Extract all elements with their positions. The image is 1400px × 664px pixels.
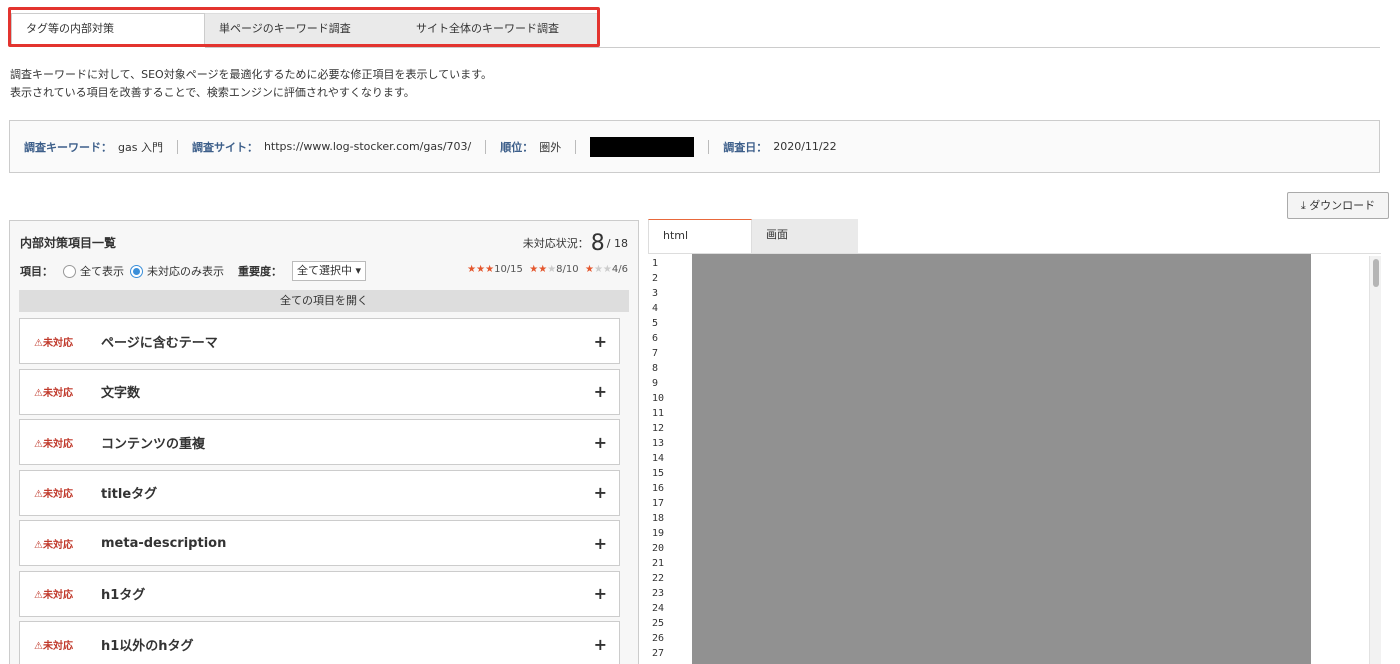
item-status: 未対応 [42, 388, 73, 399]
radio-show-unresolved-label[interactable]: 未対応のみ表示 [147, 263, 224, 279]
filter-row: 項目： 全て表示 未対応のみ表示 重要度： 全て選択中 ▾ [20, 261, 367, 281]
warning-icon: ⚠ [34, 640, 43, 652]
code-content-placeholder [692, 254, 1311, 664]
importance-select[interactable]: 全て選択中 ▾ [292, 261, 367, 281]
tab-screen[interactable]: 画面 [752, 219, 858, 253]
survey-info-bar: 調査キーワード： gas 入門 調査サイト： https://www.log-s… [9, 120, 1380, 173]
expand-icon[interactable]: + [594, 584, 607, 603]
item-name: meta-description [101, 535, 227, 551]
divider [485, 139, 487, 154]
warning-icon: ⚠ [34, 337, 43, 349]
warning-badge: ⚠未対応 [20, 485, 88, 500]
list-item[interactable]: ⚠未対応 meta-description + [19, 520, 620, 566]
star-empty-icon: ★★ [593, 264, 612, 275]
list-item[interactable]: ⚠未対応 h1以外のhタグ + [19, 621, 620, 664]
item-status: 未対応 [42, 438, 73, 450]
expand-icon[interactable]: + [594, 635, 607, 654]
item-name: h1以外のhタグ [101, 638, 194, 654]
keyword-label: 調査キーワード： [24, 140, 112, 154]
radio-show-unresolved[interactable] [130, 264, 143, 278]
warning-badge: ⚠未対応 [20, 536, 88, 551]
star-icon: ★★★ [467, 264, 495, 275]
item-name: ページに含むテーマ [101, 335, 218, 351]
stars2-count: 8/10 [556, 264, 579, 275]
item-status: 未対応 [42, 590, 73, 601]
panel-title: 内部対策項目一覧 [20, 236, 117, 250]
tab-divider [205, 47, 1380, 48]
radio-show-all-label[interactable]: 全て表示 [80, 263, 124, 279]
divider [176, 139, 178, 154]
star-icon: ★★ [529, 264, 548, 275]
expand-icon[interactable]: + [594, 483, 607, 502]
expand-icon[interactable]: + [594, 534, 607, 553]
unresolved-status: 未対応状況：8/ 18 [523, 231, 628, 256]
warning-icon: ⚠ [34, 539, 43, 551]
date-value: 2020/11/22 [773, 140, 837, 153]
star-empty-icon: ★ [547, 264, 557, 275]
status-label: 未対応状況： [522, 237, 589, 250]
description: 調査キーワードに対して、SEO対象ページを最適化するために必要な修正項目を表示し… [10, 66, 492, 102]
rank-value: 圏外 [539, 140, 562, 154]
item-name: h1タグ [101, 588, 146, 603]
status-count: 8 [590, 231, 605, 256]
site-label: 調査サイト： [191, 140, 258, 154]
warning-icon: ⚠ [34, 489, 43, 500]
expand-icon[interactable]: + [594, 433, 607, 452]
status-total: / 18 [606, 237, 628, 250]
download-label: ダウンロード [1309, 199, 1376, 212]
tab-html[interactable]: html [648, 219, 752, 253]
warning-icon: ⚠ [34, 590, 43, 601]
warning-badge: ⚠未対応 [20, 435, 88, 450]
open-all-button[interactable]: 全ての項目を開く [19, 290, 629, 312]
warning-icon: ⚠ [34, 388, 43, 399]
stars1-count: 4/6 [611, 264, 628, 275]
html-source-viewer: 1 2 3 4 5 6 7 8 9 10 11 12 13 14 15 16 1… [648, 253, 1381, 664]
warning-badge: ⚠未対応 [20, 334, 88, 349]
list-item[interactable]: ⚠未対応 titleタグ + [19, 469, 620, 516]
importance-summary: ★★★10/15 ★★★8/10 ★★★4/6 [467, 264, 628, 275]
expand-icon[interactable]: + [594, 332, 607, 351]
warning-icon: ⚠ [34, 438, 43, 450]
item-status: 未対応 [42, 640, 73, 652]
description-line-1: 調査キーワードに対して、SEO対象ページを最適化するために必要な修正項目を表示し… [10, 68, 493, 81]
warning-badge: ⚠未対応 [20, 384, 88, 399]
list-item[interactable]: ⚠未対応 ページに含むテーマ + [19, 318, 620, 364]
radio-show-all[interactable] [63, 264, 76, 278]
redacted-block [590, 136, 695, 157]
internal-measures-panel: 内部対策項目一覧 未対応状況：8/ 18 項目： 全て表示 未対応のみ表示 重要… [9, 220, 639, 664]
tab-highlight-outline [8, 7, 600, 47]
description-line-2: 表示されている項目を改善することで、検索エンジンに評価されやすくなります。 [10, 86, 415, 99]
expand-icon[interactable]: + [594, 382, 607, 401]
divider [708, 139, 710, 154]
list-item[interactable]: ⚠未対応 文字数 + [19, 368, 620, 415]
scrollbar[interactable] [1369, 256, 1381, 664]
scrollbar-thumb[interactable] [1373, 259, 1379, 287]
download-button[interactable]: ⤓ ダウンロード [1287, 192, 1389, 219]
download-icon: ⤓ [1300, 199, 1306, 212]
stars3-count: 10/15 [494, 264, 523, 275]
caret-down-icon: ▾ [355, 264, 362, 277]
keyword-value: gas 入門 [118, 140, 163, 154]
item-status: 未対応 [42, 489, 73, 500]
site-value: https://www.log-stocker.com/gas/703/ [263, 140, 472, 153]
line-numbers: 1 2 3 4 5 6 7 8 9 10 11 12 13 14 15 16 1… [652, 258, 665, 659]
list-item[interactable]: ⚠未対応 コンテンツの重複 + [19, 419, 620, 465]
item-status: 未対応 [42, 539, 73, 551]
preview-tabs: html 画面 [648, 219, 858, 253]
measures-list: ⚠未対応 ページに含むテーマ + ⚠未対応 文字数 + ⚠未対応 コンテンツの重… [19, 318, 620, 664]
star-icon: ★ [585, 264, 594, 275]
importance-value: 全て選択中 [297, 264, 352, 277]
importance-label: 重要度： [238, 265, 282, 278]
item-name: コンテンツの重複 [101, 436, 206, 452]
list-item[interactable]: ⚠未対応 h1タグ + [19, 570, 620, 617]
warning-badge: ⚠未対応 [20, 586, 88, 601]
item-name: titleタグ [101, 487, 158, 502]
filter-label: 項目： [20, 265, 53, 278]
item-status: 未対応 [42, 337, 73, 349]
date-label: 調査日： [723, 140, 768, 154]
rank-label: 順位： [500, 140, 534, 154]
item-name: 文字数 [101, 386, 141, 401]
divider [575, 139, 577, 154]
warning-badge: ⚠未対応 [20, 637, 88, 652]
